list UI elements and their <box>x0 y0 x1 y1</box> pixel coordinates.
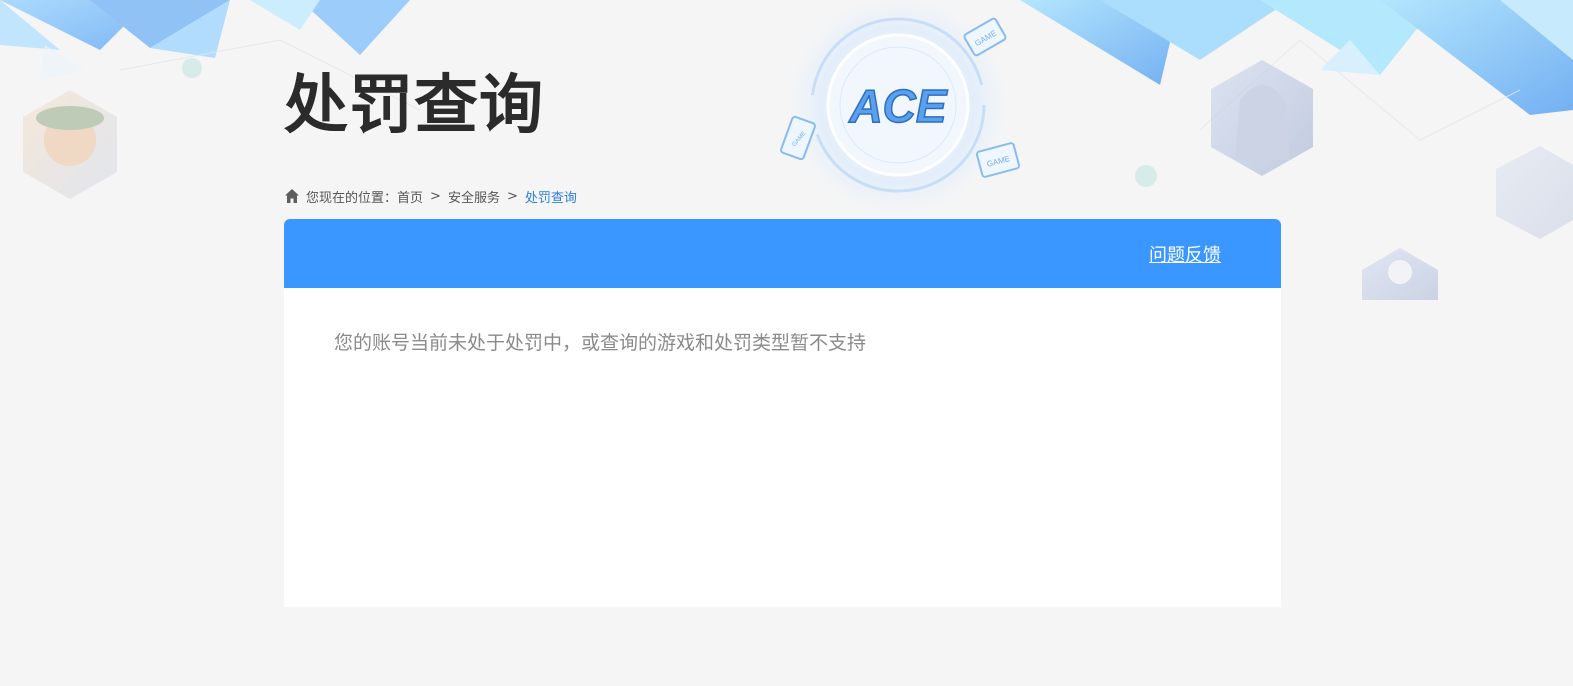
character-hexagon-left <box>23 90 117 199</box>
character-hexagon-far-right <box>1496 146 1573 239</box>
ace-logo-text: ACE <box>848 80 947 132</box>
panel-header: 问题反馈 <box>284 219 1281 288</box>
breadcrumb: 您现在的位置： 首页 > 安全服务 > 处罚查询 <box>284 186 577 206</box>
breadcrumb-current: 处罚查询 <box>524 190 577 206</box>
breadcrumb-separator: > <box>430 188 441 204</box>
breadcrumb-separator: > <box>506 188 518 204</box>
ace-logo: ACE GAME GAME GAME <box>780 0 1021 217</box>
page-title: 处罚查询 <box>284 69 544 143</box>
penalty-query-panel: 问题反馈 您的账号当前未处于处罚中，或查询的游戏和处罚类型暂不支持 <box>284 219 1281 607</box>
breadcrumb-prefix: 您现在的位置： <box>306 190 398 206</box>
breadcrumb-home-link[interactable]: 首页 <box>397 187 423 206</box>
home-icon <box>285 189 299 203</box>
character-hexagon-small <box>1362 248 1438 300</box>
status-message: 您的账号当前未处于处罚中，或查询的游戏和处罚类型暂不支持 <box>334 332 867 354</box>
feedback-link[interactable]: 问题反馈 <box>1149 241 1221 267</box>
breadcrumb-security-service-link[interactable]: 安全服务 <box>448 187 500 206</box>
panel-body: 您的账号当前未处于处罚中，或查询的游戏和处罚类型暂不支持 <box>284 288 1281 395</box>
character-hexagon-right <box>1211 60 1313 176</box>
